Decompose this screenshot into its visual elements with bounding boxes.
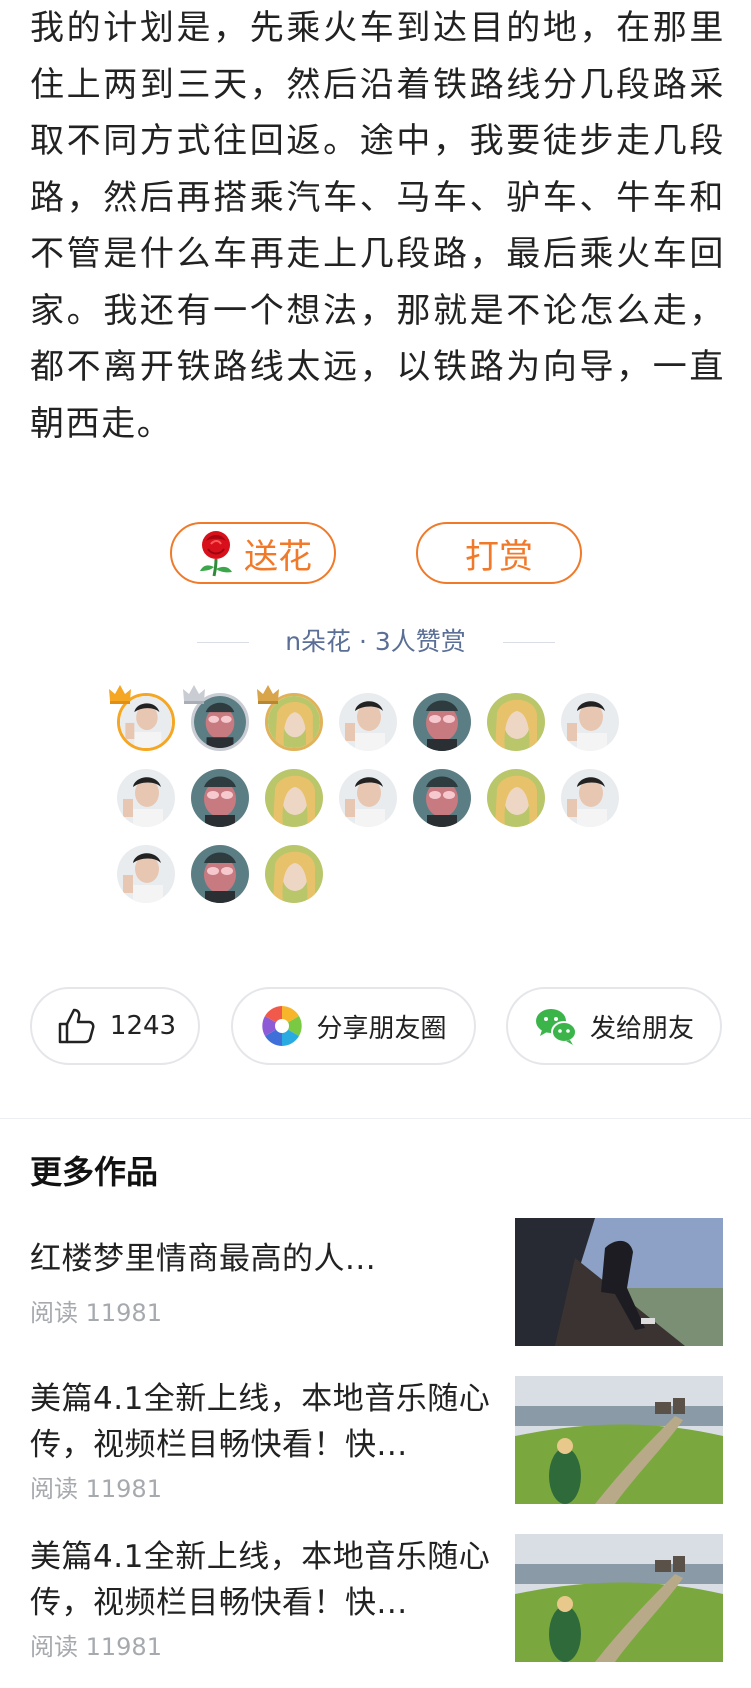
reward-stats-text: n朵花 · 3人赞赏 <box>285 627 466 656</box>
crown-gold-icon <box>109 685 131 704</box>
avatar[interactable] <box>191 769 249 827</box>
wechat-icon <box>535 1009 577 1045</box>
list-item-title: 美篇4.1全新上线，本地音乐随心传，视频栏目畅快看！快... <box>30 1539 491 1621</box>
divider-right <box>503 642 555 643</box>
send-to-friend-label: 发给朋友 <box>589 1013 694 1044</box>
share-moments-button[interactable]: 分享朋友圈 <box>231 987 476 1065</box>
crown-bronze-icon <box>257 685 279 704</box>
list-item-meta: 阅读 11981 <box>30 1299 162 1327</box>
article-paragraph: 我的计划是，先乘火车到达目的地，在那里住上两到三天，然后沿着铁路线分几段路采取不… <box>30 8 725 444</box>
list-item[interactable]: 美篇4.1全新上线，本地音乐随心传，视频栏目畅快看！快... 阅读 11981 <box>0 1532 751 1662</box>
avatar[interactable] <box>561 769 619 827</box>
share-moments-label: 分享朋友圈 <box>316 1013 447 1044</box>
article-body: 我的计划是，先乘火车到达目的地，在那里住上两到三天，然后沿着铁路线分几段路采取不… <box>30 0 725 452</box>
like-count: 1243 <box>109 1011 177 1041</box>
avatar[interactable] <box>413 693 471 751</box>
reward-buttons: 送花 打赏 <box>0 522 751 586</box>
avatar[interactable] <box>413 769 471 827</box>
thumbs-up-icon <box>58 1008 95 1044</box>
list-item-thumbnail <box>515 1376 723 1504</box>
list-item-meta: 阅读 11981 <box>30 1633 162 1661</box>
avatar[interactable] <box>265 845 323 903</box>
send-to-friend-button[interactable]: 发给朋友 <box>506 987 722 1065</box>
send-flower-label: 送花 <box>244 536 312 577</box>
list-item-thumbnail <box>515 1218 723 1346</box>
list-item[interactable]: 美篇4.1全新上线，本地音乐随心传，视频栏目畅快看！快... 阅读 11981 <box>0 1374 751 1504</box>
like-button[interactable]: 1243 <box>30 987 200 1065</box>
action-bar: 1243 分享朋友圈 发给朋友 <box>0 987 751 1067</box>
avatar[interactable] <box>561 693 619 751</box>
list-item-title: 美篇4.1全新上线，本地音乐随心传，视频栏目畅快看！快... <box>30 1381 491 1463</box>
avatar[interactable] <box>191 845 249 903</box>
avatar[interactable] <box>487 769 545 827</box>
avatar[interactable] <box>339 769 397 827</box>
send-flower-button[interactable]: 送花 <box>170 522 336 584</box>
more-works-title: 更多作品 <box>30 1153 159 1191</box>
list-item-meta: 阅读 11981 <box>30 1475 162 1503</box>
avatar[interactable] <box>487 693 545 751</box>
tip-button[interactable]: 打赏 <box>416 522 582 584</box>
crown-silver-icon <box>183 685 205 704</box>
list-item[interactable]: 红楼梦里情商最高的人... 阅读 11981 <box>0 1218 751 1348</box>
avatar[interactable] <box>265 769 323 827</box>
tip-label: 打赏 <box>465 536 533 577</box>
moments-icon <box>262 1006 303 1046</box>
list-item-title: 红楼梦里情商最高的人... <box>30 1241 377 1277</box>
avatar[interactable] <box>117 769 175 827</box>
section-divider <box>0 1118 751 1119</box>
avatar[interactable] <box>339 693 397 751</box>
avatar[interactable] <box>117 845 175 903</box>
rose-icon <box>200 531 232 577</box>
list-item-thumbnail <box>515 1534 723 1662</box>
reward-stats: n朵花 · 3人赞赏 <box>0 622 751 662</box>
